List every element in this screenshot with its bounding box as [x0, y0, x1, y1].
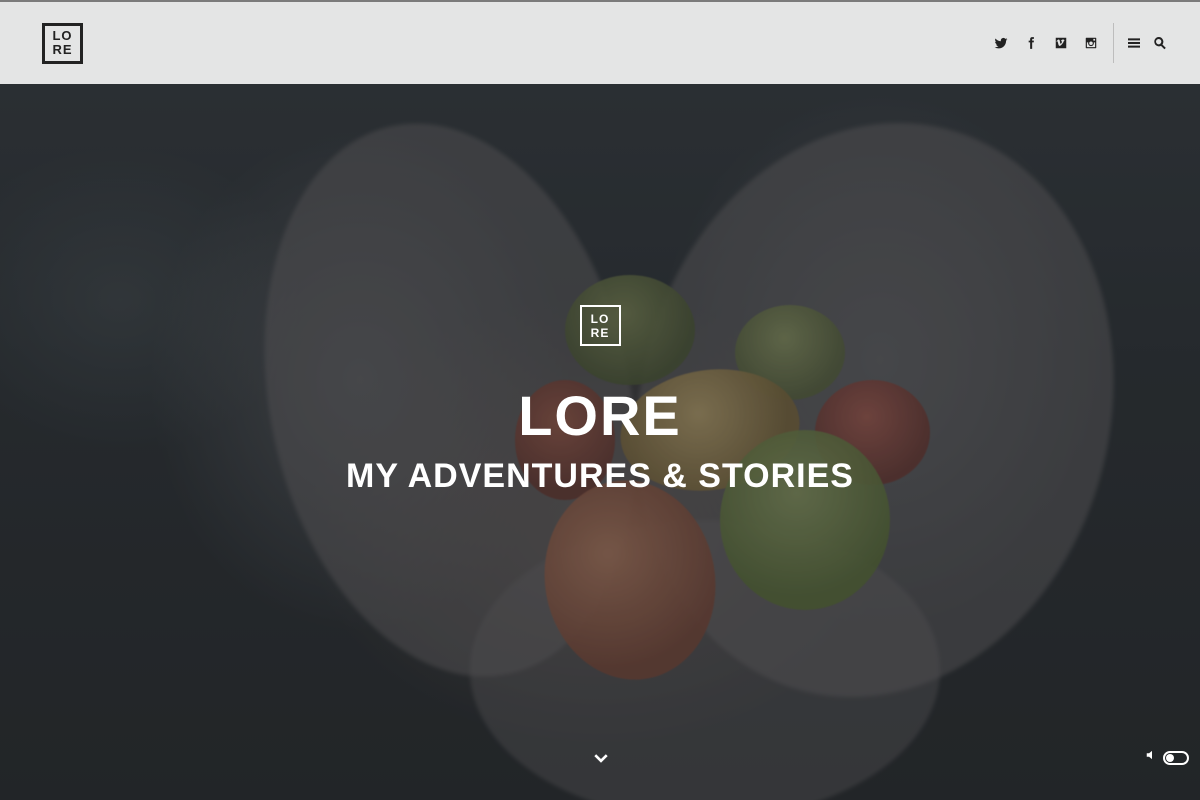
menu-icon[interactable]	[1126, 35, 1142, 51]
scroll-down-button[interactable]	[590, 748, 612, 770]
site-logo[interactable]: LO RE	[42, 22, 83, 64]
header-divider	[1113, 23, 1114, 63]
logo-line-2: RE	[52, 42, 73, 57]
hero-logo-line-2: RE	[590, 325, 610, 340]
facebook-icon[interactable]	[1023, 35, 1039, 51]
social-links	[993, 35, 1113, 51]
hero-logo-line-1: LO	[590, 311, 610, 326]
vimeo-icon[interactable]	[1053, 35, 1069, 51]
logo-line-1: LO	[52, 28, 73, 43]
switch-knob	[1166, 753, 1174, 762]
header-right	[993, 23, 1168, 63]
hero-logo: LO RE	[579, 305, 621, 346]
chevron-down-icon	[594, 754, 608, 763]
instagram-icon[interactable]	[1083, 35, 1099, 51]
site-header: LO RE	[0, 0, 1200, 84]
hero-content: LO RE LORE MY ADVENTURES & STORIES	[0, 305, 1200, 496]
sound-switch[interactable]	[1163, 750, 1189, 765]
search-icon[interactable]	[1152, 35, 1168, 51]
sound-toggle[interactable]	[1145, 748, 1189, 767]
hero-subtitle: MY ADVENTURES & STORIES	[346, 457, 854, 495]
header-tools	[1126, 35, 1168, 51]
twitter-icon[interactable]	[993, 35, 1009, 51]
hero-title: LORE	[518, 384, 682, 447]
speaker-icon	[1145, 748, 1159, 767]
